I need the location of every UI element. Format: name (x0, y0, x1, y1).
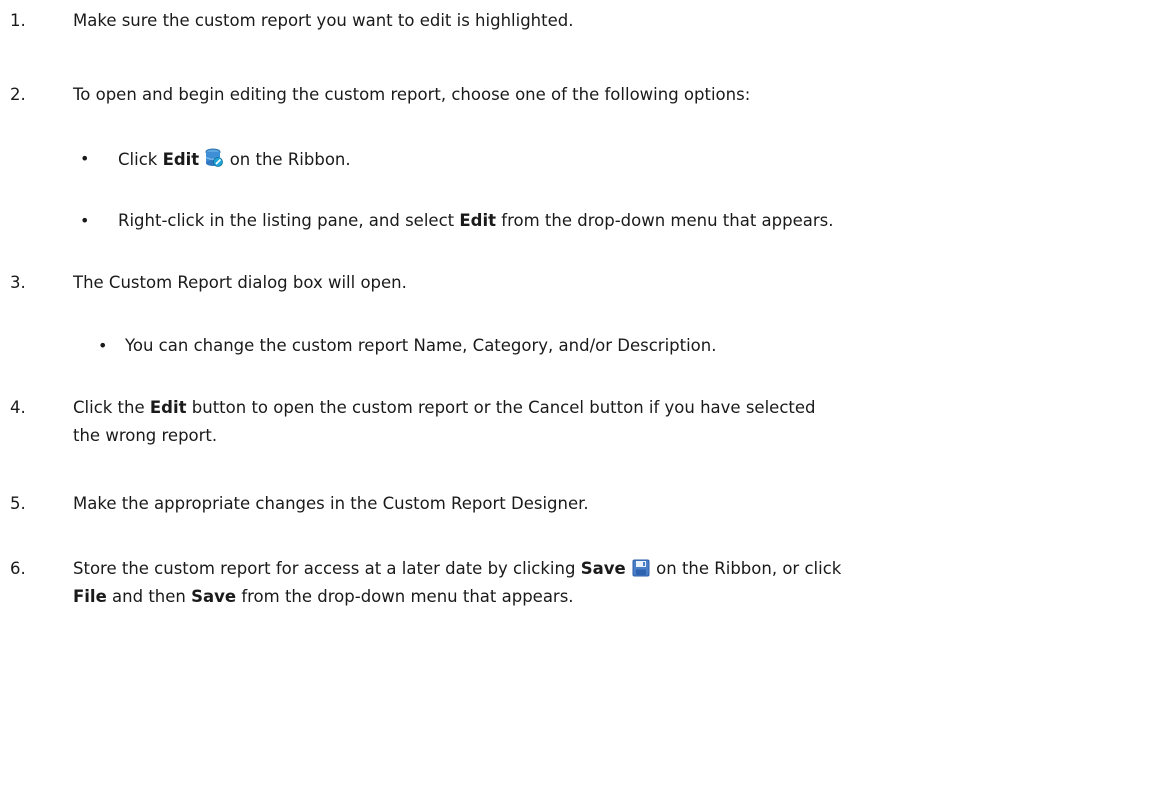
step-number: 3. (10, 273, 26, 292)
step-number: 5. (10, 494, 26, 513)
edit-label: Edit (162, 150, 200, 169)
step-text: Click the Edit button to open the custom… (73, 398, 816, 417)
step-number: 1. (10, 11, 26, 30)
step-text: Make the appropriate changes in the Cust… (73, 494, 589, 513)
bullet-marker: • (80, 211, 90, 230)
save-label: Save (580, 559, 626, 578)
step-number: 6. (10, 559, 26, 578)
bullet-text: You can change the custom report Name, C… (125, 336, 717, 355)
floppy-disk-save-icon (632, 559, 650, 583)
bullet-text: Click Edit on the Ribbon. (118, 148, 351, 174)
step-text: The Custom Report dialog box will open. (73, 273, 407, 292)
bullet-text: Right-click in the listing pane, and sel… (118, 211, 834, 230)
file-label: File (73, 587, 107, 606)
save-label: Save (191, 587, 237, 606)
bullet-marker: • (80, 149, 90, 168)
step-text: Store the custom report for access at a … (73, 558, 841, 583)
database-edit-icon (205, 148, 224, 174)
step-text-continuation: File and then Save from the drop-down me… (73, 587, 574, 606)
bullet-marker: • (98, 336, 108, 355)
step-text: To open and begin editing the custom rep… (73, 85, 751, 104)
edit-label: Edit (459, 211, 497, 230)
step-number: 2. (10, 85, 26, 104)
step-text-continuation: the wrong report. (73, 426, 218, 445)
edit-label: Edit (149, 398, 187, 417)
step-number: 4. (10, 398, 26, 417)
step-text: Make sure the custom report you want to … (73, 11, 574, 30)
